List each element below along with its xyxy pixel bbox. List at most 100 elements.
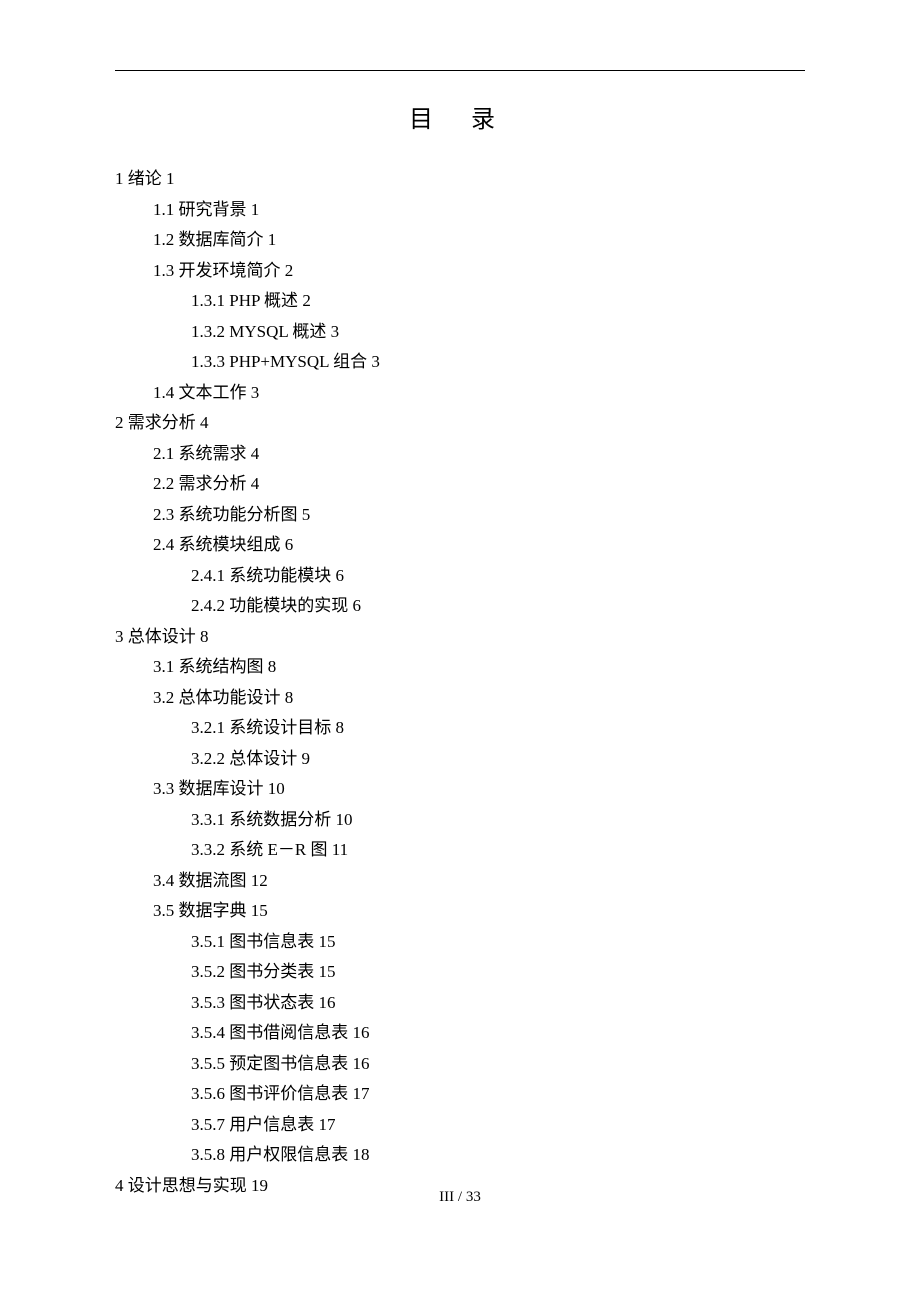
toc-entry-label: 系统数据分析 xyxy=(229,810,331,829)
toc-entry-number: 3.1 xyxy=(153,657,174,676)
toc-entry-number: 2.2 xyxy=(153,474,174,493)
toc-entry-number: 2.3 xyxy=(153,505,174,524)
toc-entry: 1.3 开发环境简介 2 xyxy=(153,256,805,287)
toc-entry-number: 1.3 xyxy=(153,261,174,280)
toc-entry-number: 3.4 xyxy=(153,871,174,890)
toc-entry-page: 10 xyxy=(336,810,353,829)
toc-entry-label: 系统结构图 xyxy=(179,657,264,676)
toc-entry-page: 4 xyxy=(200,413,209,432)
toc-entry-label: 数据库简介 xyxy=(179,230,264,249)
toc-entry: 1.3.1 PHP 概述 2 xyxy=(191,286,805,317)
toc-title: 目 录 xyxy=(115,99,805,134)
toc-entry-label: 绪论 xyxy=(128,169,162,188)
toc-entry: 1.2 数据库简介 1 xyxy=(153,225,805,256)
toc-entry: 2.2 需求分析 4 xyxy=(153,469,805,500)
toc-entry-page: 17 xyxy=(319,1115,336,1134)
toc-entry-page: 1 xyxy=(166,169,175,188)
toc-entry: 2 需求分析 4 xyxy=(115,408,805,439)
toc-entry-label: 系统功能模块 xyxy=(229,566,331,585)
toc-entry-label: 系统模块组成 xyxy=(179,535,281,554)
toc-entry-page: 3 xyxy=(331,322,340,341)
toc-entry-label: 总体设计 xyxy=(128,627,196,646)
toc-entry-label: 预定图书信息表 xyxy=(229,1054,348,1073)
toc-entry-page: 17 xyxy=(353,1084,370,1103)
toc-entry: 3.5.7 用户信息表 17 xyxy=(191,1110,805,1141)
toc-entry-page: 3 xyxy=(371,352,380,371)
toc-entry-label: 研究背景 xyxy=(179,200,247,219)
toc-entry-label: MYSQL 概述 xyxy=(229,322,326,341)
toc-entry: 3.5.8 用户权限信息表 18 xyxy=(191,1140,805,1171)
toc-entry-page: 10 xyxy=(268,779,285,798)
toc-entry: 3 总体设计 8 xyxy=(115,622,805,653)
toc-entry-label: 功能模块的实现 xyxy=(229,596,348,615)
toc-entry: 2.1 系统需求 4 xyxy=(153,439,805,470)
toc-entry-number: 3.3 xyxy=(153,779,174,798)
toc-entry: 1.3.2 MYSQL 概述 3 xyxy=(191,317,805,348)
document-page: 目 录 1 绪论 11.1 研究背景 11.2 数据库简介 11.3 开发环境简… xyxy=(0,0,920,1201)
toc-entry: 2.4.1 系统功能模块 6 xyxy=(191,561,805,592)
toc-entry-label: 图书评价信息表 xyxy=(229,1084,348,1103)
toc-entry: 3.5 数据字典 15 xyxy=(153,896,805,927)
toc-entry-label: 文本工作 xyxy=(179,383,247,402)
toc-entry-page: 1 xyxy=(251,200,260,219)
toc-entry-page: 8 xyxy=(200,627,209,646)
toc-entry-number: 2 xyxy=(115,413,124,432)
toc-entry: 3.2.2 总体设计 9 xyxy=(191,744,805,775)
toc-entry-page: 6 xyxy=(353,596,362,615)
page-footer: III / 33 xyxy=(0,1189,920,1206)
toc-entry-number: 3.3.1 xyxy=(191,810,225,829)
table-of-contents: 1 绪论 11.1 研究背景 11.2 数据库简介 11.3 开发环境简介 21… xyxy=(115,164,805,1201)
toc-entry-label: 图书借阅信息表 xyxy=(229,1023,348,1042)
toc-entry-label: 数据流图 xyxy=(179,871,247,890)
toc-entry-page: 5 xyxy=(302,505,311,524)
toc-entry-number: 3.5.2 xyxy=(191,962,225,981)
toc-entry-number: 3.5.7 xyxy=(191,1115,225,1134)
toc-entry-page: 15 xyxy=(319,932,336,951)
toc-entry-number: 3.5.4 xyxy=(191,1023,225,1042)
toc-entry-page: 3 xyxy=(251,383,260,402)
toc-entry-label: PHP+MYSQL 组合 xyxy=(229,352,367,371)
toc-entry-number: 3 xyxy=(115,627,124,646)
toc-entry: 1.4 文本工作 3 xyxy=(153,378,805,409)
toc-entry-number: 3.5.1 xyxy=(191,932,225,951)
toc-entry-page: 12 xyxy=(251,871,268,890)
toc-entry: 3.3 数据库设计 10 xyxy=(153,774,805,805)
header-rule xyxy=(115,70,805,71)
toc-entry-label: 总体功能设计 xyxy=(179,688,281,707)
toc-entry-page: 16 xyxy=(353,1023,370,1042)
toc-entry: 1.3.3 PHP+MYSQL 组合 3 xyxy=(191,347,805,378)
toc-entry-page: 8 xyxy=(285,688,294,707)
toc-entry-page: 6 xyxy=(336,566,345,585)
toc-entry: 3.5.2 图书分类表 15 xyxy=(191,957,805,988)
toc-entry: 2.4.2 功能模块的实现 6 xyxy=(191,591,805,622)
toc-entry: 2.3 系统功能分析图 5 xyxy=(153,500,805,531)
toc-entry: 3.5.3 图书状态表 16 xyxy=(191,988,805,1019)
toc-entry: 3.5.6 图书评价信息表 17 xyxy=(191,1079,805,1110)
toc-entry: 3.2 总体功能设计 8 xyxy=(153,683,805,714)
toc-entry-page: 15 xyxy=(251,901,268,920)
toc-entry-label: 图书信息表 xyxy=(229,932,314,951)
toc-entry-page: 11 xyxy=(332,840,348,859)
toc-entry-label: 数据库设计 xyxy=(179,779,264,798)
toc-entry-number: 3.5.6 xyxy=(191,1084,225,1103)
toc-entry-label: 系统设计目标 xyxy=(229,718,331,737)
toc-entry-page: 1 xyxy=(268,230,277,249)
toc-entry-number: 1.4 xyxy=(153,383,174,402)
toc-entry-number: 1.1 xyxy=(153,200,174,219)
toc-entry-number: 3.5 xyxy=(153,901,174,920)
toc-entry-page: 4 xyxy=(251,444,260,463)
toc-entry-number: 1.3.3 xyxy=(191,352,225,371)
toc-entry-number: 3.2 xyxy=(153,688,174,707)
toc-entry-number: 3.5.8 xyxy=(191,1145,225,1164)
toc-entry: 3.2.1 系统设计目标 8 xyxy=(191,713,805,744)
toc-entry: 3.3.1 系统数据分析 10 xyxy=(191,805,805,836)
toc-entry-page: 8 xyxy=(336,718,345,737)
toc-entry-number: 2.4 xyxy=(153,535,174,554)
toc-entry-label: 系统 E－R 图 xyxy=(229,840,327,859)
toc-entry: 3.1 系统结构图 8 xyxy=(153,652,805,683)
toc-entry-number: 1.3.1 xyxy=(191,291,225,310)
toc-entry-number: 1 xyxy=(115,169,124,188)
toc-entry: 1 绪论 1 xyxy=(115,164,805,195)
toc-entry-page: 4 xyxy=(251,474,260,493)
toc-entry-number: 1.2 xyxy=(153,230,174,249)
